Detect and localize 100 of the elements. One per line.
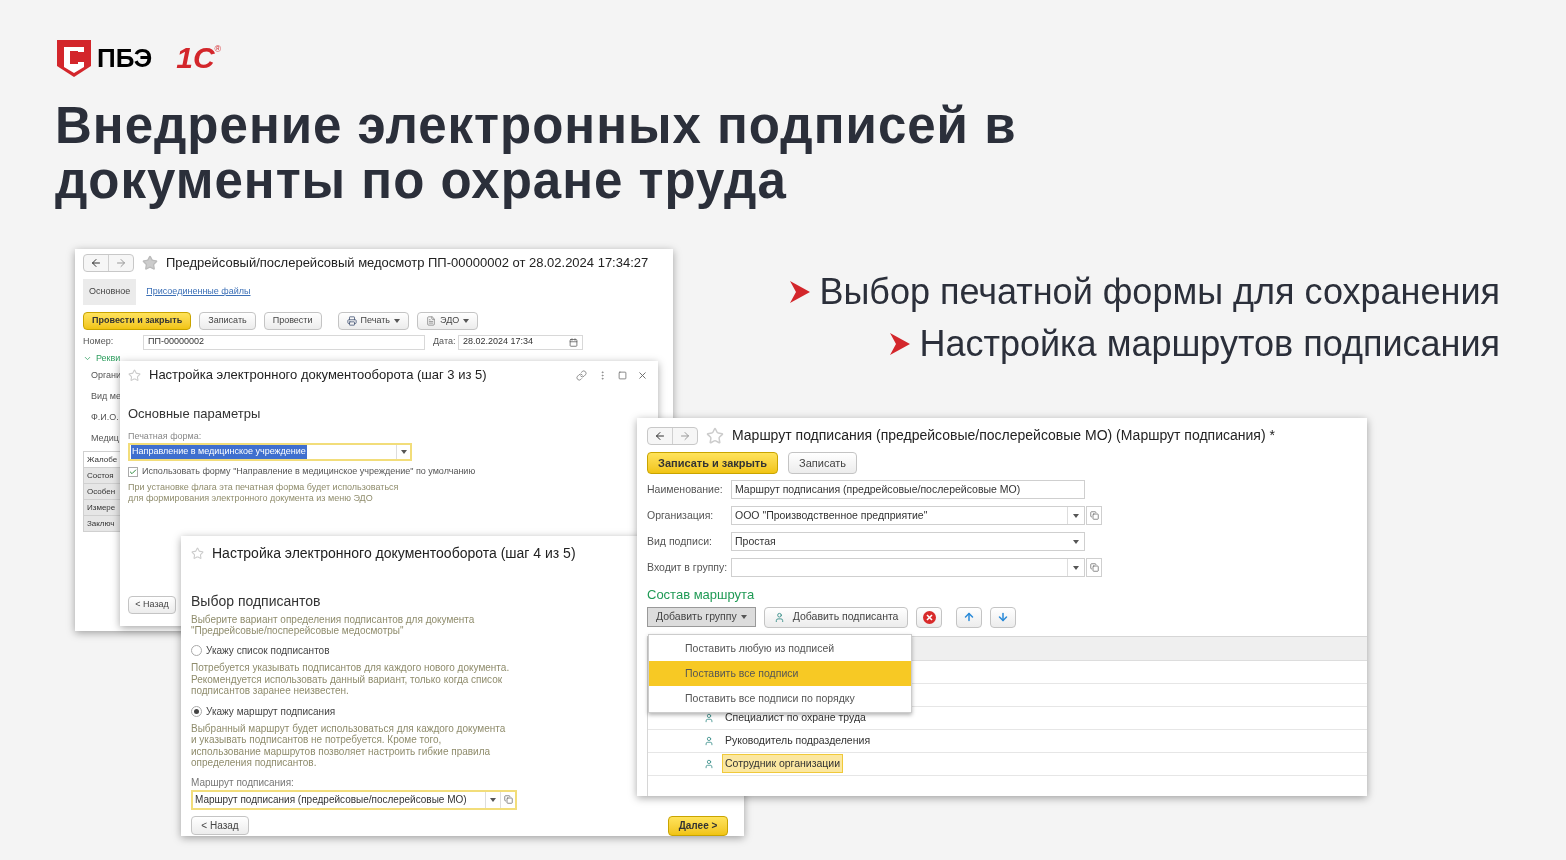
tab[interactable]: Основное: [83, 279, 137, 305]
field-label: Вид подписи:: [647, 533, 713, 549]
printer-icon: [346, 315, 357, 326]
toolbar-button[interactable]: Записать: [199, 311, 256, 330]
bullet-text: Выбор печатной формы для сохранения: [819, 270, 1500, 314]
form-field[interactable]: Простая: [731, 532, 1085, 551]
document-icon: [426, 315, 436, 326]
check-icon: [129, 466, 137, 477]
hint-text: При установке флага эта печатная форма будет использоваться для формирования электронного документа из меню ЭДО: [128, 481, 399, 504]
field-label: Печатная форма:: [128, 429, 202, 443]
back-button[interactable]: < Назад: [191, 816, 249, 835]
hint-text: Выбранный маршрут будет использоваться для каждого документа и указывать подписантов не потребуется. Кроме того, использование маршрутов позволяет настроить гибкие правила определения подписантов.: [191, 722, 506, 769]
field-label: Входит в группу:: [647, 559, 729, 575]
section-heading: Состав маршрута: [647, 586, 756, 604]
window-title: Предрейсовый/послерейсовый медосмотр ПП-00000002 от 28.02.2024 17:34:27: [166, 254, 649, 273]
caret-icon: [463, 318, 470, 323]
side-tab[interactable]: Заключ: [83, 515, 123, 532]
table-cell[interactable]: Сотрудник организации: [722, 753, 844, 774]
toolbar-button[interactable]: Печать: [337, 311, 409, 330]
print-form-select[interactable]: Направление в медицинское учреждение: [128, 443, 412, 461]
move-down-button[interactable]: [990, 606, 1017, 628]
logo-text: ПБЭ: [97, 45, 153, 71]
calendar-icon: [569, 337, 578, 347]
add-group-button[interactable]: Добавить группу: [647, 607, 756, 627]
open-button[interactable]: [1086, 558, 1102, 577]
field-label: Дата:: [433, 335, 457, 349]
table-cell[interactable]: Руководитель подразделения: [722, 730, 874, 751]
field-value: Маршрут подписания (предрейсовые/послерейсовые МО): [195, 793, 467, 807]
field-label: Ф.И.О.: [91, 411, 119, 423]
move-up-button[interactable]: [956, 606, 983, 628]
arrowhead-bullet-icon: [789, 280, 812, 304]
date-field[interactable]: 28.02.2024 17:34: [458, 334, 583, 350]
window-title: Маршрут подписания (предрейсовые/послерейсовые МО) (Маршрут подписания) *: [732, 426, 1275, 445]
menu-item[interactable]: Поставить все подписи: [649, 661, 911, 686]
link-icon: [576, 369, 587, 381]
field-label: Медиц: [91, 432, 119, 444]
window-title: Настройка электронного документооборота (шаг 4 из 5): [212, 544, 576, 563]
menu-item[interactable]: Поставить любую из подписей: [649, 636, 911, 661]
toolbar-button[interactable]: Записать: [788, 452, 858, 474]
section-heading: Основные параметры: [128, 405, 261, 423]
delete-icon: [922, 610, 936, 624]
registered-mark: ®: [214, 43, 222, 54]
person-icon: [704, 758, 714, 769]
caret-icon: [1073, 565, 1079, 570]
next-button[interactable]: Далее >: [668, 815, 728, 836]
field-label: Организация:: [647, 507, 715, 523]
up-arrow-icon: [963, 611, 976, 623]
hint-text: Потребуется указывать подписантов для каждого нового документа. Рекомендуется использовать данный вариант, только когда список подписантов заранее неизвестен.: [191, 662, 510, 697]
field-value: Маршрут подписания (предрейсовые/послерейсовые МО): [734, 481, 1021, 497]
caret-icon: [1073, 513, 1079, 518]
form-field[interactable]: Маршрут подписания (предрейсовые/послерейсовые МО): [731, 480, 1085, 499]
forward-arrow-icon: [679, 429, 691, 442]
star-icon: [128, 368, 141, 382]
star-icon: [706, 426, 724, 445]
field-value: ООО "Производственное предприятие": [734, 507, 928, 523]
add-signer-button[interactable]: Добавить подписанта: [763, 606, 909, 628]
caret-icon: [490, 797, 496, 802]
field-label: Маршрут подписания:: [191, 775, 294, 790]
slide-title: Внедрение электронных подписей в документы по охране труда: [55, 98, 1017, 208]
form-field[interactable]: ООО "Производственное предприятие": [731, 506, 1085, 525]
checkbox[interactable]: [128, 466, 138, 477]
description-text: Выберите вариант определения подписантов для документа "Предрейсовые/посперейсовые медосмотры": [191, 614, 475, 636]
delete-button[interactable]: [916, 606, 943, 628]
toolbar-button[interactable]: Провести: [263, 311, 322, 330]
caret-icon: [394, 318, 400, 323]
back-arrow-icon: [90, 257, 102, 269]
toolbar-button[interactable]: Записать и закрыть: [647, 452, 779, 474]
caret-icon: [1072, 539, 1079, 544]
menu-item[interactable]: Поставить все подписи по порядку: [649, 686, 911, 711]
group-title: Рекви: [96, 351, 121, 365]
radio-label: Укажу список подписантов: [206, 644, 330, 658]
number-field[interactable]: ПП-00000002: [143, 334, 425, 350]
toolbar-button[interactable]: ЭДО: [417, 311, 479, 330]
person-icon: [704, 712, 714, 723]
open-icon: [1089, 563, 1099, 572]
person-icon: [773, 611, 785, 623]
route-select[interactable]: Маршрут подписания (предрейсовые/послерейсовые МО): [191, 789, 517, 810]
star-icon: [191, 547, 204, 560]
radio-label: Укажу маршрут подписания: [206, 704, 336, 719]
maximize-icon: [618, 370, 627, 380]
open-button[interactable]: [1086, 506, 1102, 525]
open-icon: [503, 795, 513, 804]
field-value: Простая: [734, 533, 776, 549]
bullet-text: Настройка маршрутов подписания: [919, 322, 1500, 366]
window-title: Настройка электронного документооборота (шаг 3 из 5): [149, 366, 487, 385]
back-arrow-icon: [654, 429, 666, 442]
toolbar-button[interactable]: Провести и закрыть: [83, 311, 192, 330]
field-label: Органи: [91, 369, 122, 381]
field-label: Наименование:: [647, 481, 724, 497]
forward-arrow-icon: [115, 257, 127, 269]
person-icon: [704, 735, 714, 746]
back-button[interactable]: < Назад: [128, 596, 176, 614]
form-field[interactable]: [731, 558, 1085, 577]
tab[interactable]: Присоединенные файлы: [144, 285, 253, 299]
section-heading: Выбор подписантов: [191, 592, 321, 611]
close-icon: [637, 369, 648, 381]
down-arrow-icon: [997, 611, 1010, 623]
shield-logo-icon: [55, 38, 93, 78]
logo-text: 1С: [176, 43, 215, 73]
star-icon: [142, 255, 158, 271]
